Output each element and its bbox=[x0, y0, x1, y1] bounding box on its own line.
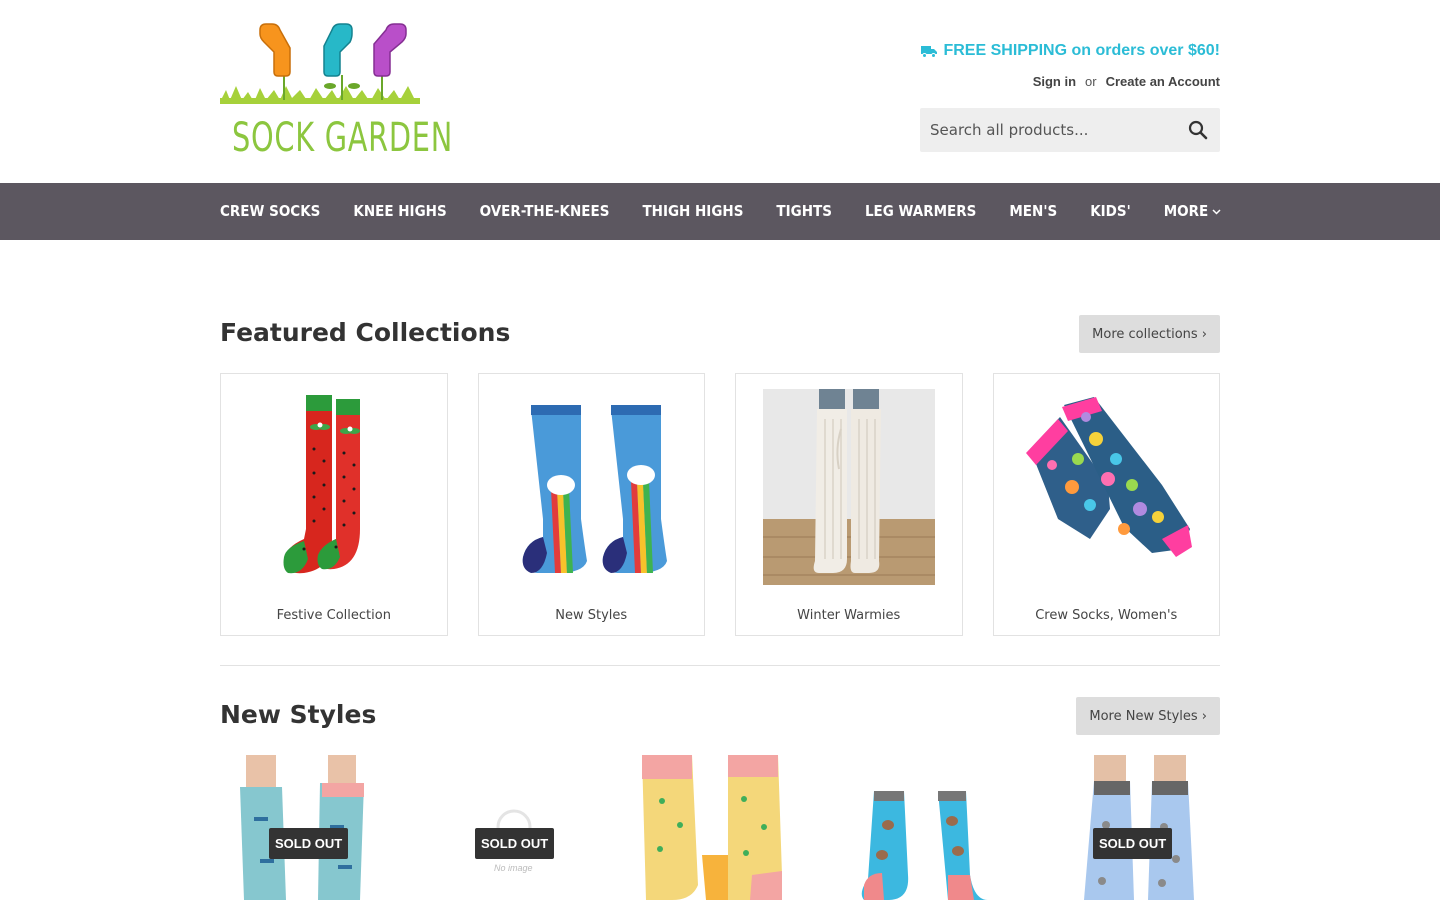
product-card[interactable]: SOLD OUT bbox=[220, 755, 397, 900]
no-image-label: No image bbox=[494, 863, 533, 873]
sold-out-badge: SOLD OUT bbox=[1093, 828, 1173, 859]
new-styles-product-grid: SOLD OUT SOLD OUT No image SOLD OUT bbox=[220, 755, 1220, 900]
product-image bbox=[642, 755, 782, 900]
more-new-styles-button[interactable]: More New Styles › bbox=[1076, 697, 1220, 735]
sold-out-badge: SOLD OUT bbox=[475, 828, 555, 859]
product-card[interactable] bbox=[632, 755, 809, 900]
product-card[interactable] bbox=[838, 755, 1015, 900]
sold-out-badge: SOLD OUT bbox=[269, 828, 349, 859]
new-styles-title: New Styles bbox=[220, 700, 377, 729]
product-image bbox=[861, 791, 988, 900]
product-card[interactable]: SOLD OUT No image bbox=[426, 755, 603, 900]
product-card[interactable]: SOLD OUT bbox=[1044, 755, 1221, 900]
